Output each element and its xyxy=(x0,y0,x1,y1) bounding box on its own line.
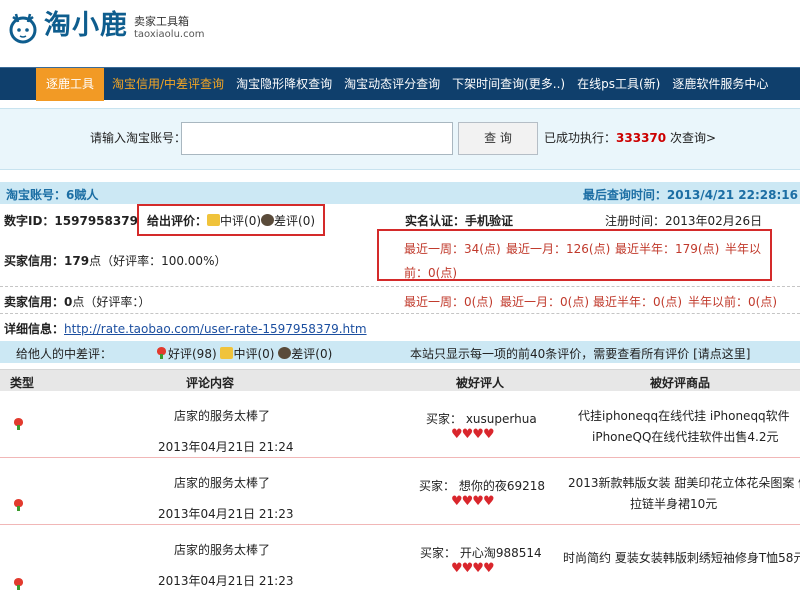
given-to-label: 给他人的中差评： xyxy=(16,347,113,361)
account-search-input[interactable] xyxy=(181,122,453,155)
account-name: 淘宝账号：6贼人 xyxy=(6,188,99,202)
row-comment: 店家的服务太棒了 xyxy=(174,543,271,557)
row-divider xyxy=(0,457,800,458)
nav-item-dsr-query[interactable]: 淘宝动态评分查询 xyxy=(338,68,446,101)
seller-credit: 卖家信用：0点（好评率：） xyxy=(4,293,150,310)
col-type: 类型 xyxy=(10,376,35,390)
account-bar: 淘宝账号：6贼人 最后查询时间：2013/4/21 22:28:16 xyxy=(0,182,800,204)
divider xyxy=(0,313,800,314)
given-rating: 给出评价： 中评(0) 差评(0) xyxy=(147,212,315,229)
heart-icon: ♥♥♥♥ xyxy=(451,494,495,509)
view-all-link[interactable]: [请点这里] xyxy=(693,347,750,361)
row-time: 2013年04月21日 21:24 xyxy=(158,440,294,454)
buyer-credit-value: 179 xyxy=(64,254,90,268)
digit-id: 数字ID：1597958379 xyxy=(4,214,138,228)
red-flower-icon xyxy=(12,499,25,511)
heart-icon: ♥♥♥♥ xyxy=(451,427,495,442)
mid-rating-icon xyxy=(207,214,221,226)
deer-logo-icon xyxy=(9,13,37,44)
register-time: 注册时间：2013年02月26日 xyxy=(605,214,763,228)
given-bad[interactable]: 差评(0) xyxy=(274,214,315,228)
row-product-a[interactable]: 时尚简约 夏装女装韩版刺绣短袖修身T恤58元 xyxy=(563,549,800,566)
nav-item-home[interactable]: 逐鹿工具 xyxy=(36,67,105,101)
row-comment: 店家的服务太棒了 xyxy=(174,476,271,490)
recent-before-half-a[interactable]: 半年以 xyxy=(725,240,761,257)
row-product-b[interactable]: iPhoneQQ在线代挂软件出售4.2元 xyxy=(592,428,778,445)
query-button[interactable]: 查 询 xyxy=(458,122,538,155)
brand-domain: taoxiaolu.com xyxy=(134,28,205,40)
given-good[interactable]: 好评(98) xyxy=(168,347,217,361)
given-to-bad[interactable]: 差评(0) xyxy=(291,347,332,361)
search-panel: 请输入淘宝账号： 查 询 已成功执行：333370 次查询> xyxy=(0,108,800,170)
detail-label: 详细信息： xyxy=(4,322,65,336)
buyer-credit-rest: 点（好评率：100.00%） xyxy=(89,254,227,268)
nav-item-online-ps[interactable]: 在线ps工具(新) xyxy=(571,68,666,101)
logo[interactable]: 淘小鹿 卖家工具箱 taoxiaolu.com xyxy=(6,6,204,46)
buyer-credit-label: 买家信用： xyxy=(4,254,65,268)
col-target-item: 被好评商品 xyxy=(650,376,711,390)
main-nav: 逐鹿工具 淘宝信用/中差评查询 淘宝隐形降权查询 淘宝动态评分查询 下架时间查询… xyxy=(0,67,800,101)
recent-before-half-b[interactable]: 前：0(点) xyxy=(404,264,457,281)
exec-number: 333370 xyxy=(616,131,667,145)
seller-half-year[interactable]: 最近半年：0(点) xyxy=(593,293,682,310)
detail-url-link[interactable]: http://rate.taobao.com/user-rate-1597958… xyxy=(64,322,367,336)
detail-info: 详细信息：http://rate.taobao.com/user-rate-15… xyxy=(4,320,367,337)
col-comment: 评论内容 xyxy=(186,376,235,390)
row-product-a[interactable]: 2013新款韩版女装 甜美印花立体花朵图案 侧 xyxy=(568,474,800,491)
seller-credit-label: 卖家信用： xyxy=(4,295,65,309)
given-to-bar: 给他人的中差评： 好评(98) 中评(0) 差评(0) 本站只显示每一项的前40… xyxy=(0,341,800,363)
given-to-mid[interactable]: 中评(0) xyxy=(233,347,274,361)
red-flower-icon xyxy=(12,418,25,430)
brand-tagline: 卖家工具箱 xyxy=(134,14,189,28)
mid-rating-icon xyxy=(220,347,234,359)
recent-month[interactable]: 最近一月：126(点) xyxy=(506,240,610,257)
bad-rating-icon xyxy=(261,214,275,226)
col-target-user: 被好评人 xyxy=(456,376,505,390)
given-mid[interactable]: 中评(0) xyxy=(220,214,261,228)
seller-week[interactable]: 最近一周：0(点) xyxy=(404,293,493,310)
heart-icon: ♥♥♥♥ xyxy=(451,561,495,576)
red-flower-icon xyxy=(155,347,168,359)
seller-month[interactable]: 最近一月：0(点) xyxy=(500,293,589,310)
last-query-time: 最后查询时间：2013/4/21 22:28:16 xyxy=(582,188,798,202)
seller-credit-rest: 点（好评率：） xyxy=(72,295,151,309)
seller-before-half[interactable]: 半年以前：0(点) xyxy=(688,293,777,310)
row-comment: 店家的服务太棒了 xyxy=(174,409,271,423)
row-divider xyxy=(0,524,800,525)
nav-item-credit-query[interactable]: 淘宝信用/中差评查询 xyxy=(106,68,230,101)
nav-item-hidden-demotion[interactable]: 淘宝隐形降权查询 xyxy=(230,68,338,101)
given-notice: 本站只显示每一项的前40条评价，需要查看所有评价 [请点这里] xyxy=(410,345,750,362)
row-user[interactable]: 买家： 开心淘988514 xyxy=(420,544,542,561)
row-product-b[interactable]: 拉链半身裙10元 xyxy=(630,495,717,512)
given-to-stats: 好评(98) 中评(0) 差评(0) xyxy=(155,345,332,362)
nav-item-delist-time[interactable]: 下架时间查询(更多..) xyxy=(446,68,571,101)
row-time: 2013年04月21日 21:23 xyxy=(158,574,294,588)
buyer-credit: 买家信用：179点（好评率：100.00%） xyxy=(4,252,226,269)
exec-count: 已成功执行：333370 次查询> xyxy=(544,129,716,146)
search-label: 请输入淘宝账号： xyxy=(90,131,187,145)
recent-week[interactable]: 最近一周：34(点) xyxy=(404,240,501,257)
exec-prefix: 已成功执行： xyxy=(544,131,617,145)
row-product-a[interactable]: 代挂iphoneqq在线代挂 iPhoneqq软件 xyxy=(578,407,790,424)
recent-half-year[interactable]: 最近半年：179(点) xyxy=(615,240,719,257)
exec-suffix[interactable]: 次查询> xyxy=(670,131,716,145)
row-time: 2013年04月21日 21:23 xyxy=(158,507,294,521)
nav-item-service-center[interactable]: 逐鹿软件服务中心 xyxy=(666,68,774,101)
row-user[interactable]: 买家： xusuperhua xyxy=(426,410,537,427)
bad-rating-icon xyxy=(278,347,292,359)
given-label: 给出评价： xyxy=(147,214,208,228)
divider xyxy=(0,286,800,287)
notice-text: 本站只显示每一项的前40条评价，需要查看所有评价 xyxy=(410,347,690,361)
red-flower-icon xyxy=(12,578,25,590)
table-header: 类型 评论内容 被好评人 被好评商品 xyxy=(0,369,800,391)
row-user[interactable]: 买家： 想你的夜69218 xyxy=(419,477,545,494)
realname-status: 实名认证：手机验证 xyxy=(405,214,514,228)
brand-name: 淘小鹿 xyxy=(44,10,128,41)
